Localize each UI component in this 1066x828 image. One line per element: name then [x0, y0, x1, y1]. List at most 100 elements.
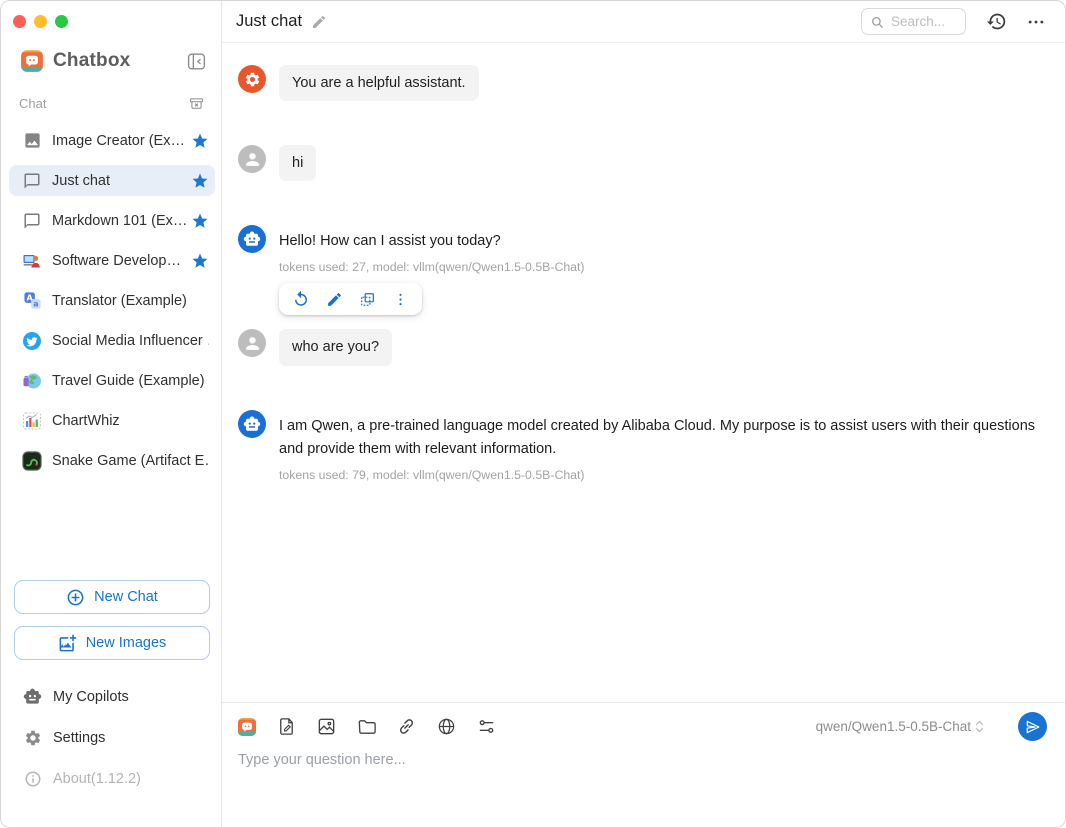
- sidebar-item-snake-game[interactable]: Snake Game (Artifact E…: [9, 445, 215, 476]
- new-chat-button[interactable]: New Chat: [14, 580, 210, 614]
- close-window-button[interactable]: [13, 15, 26, 28]
- sidebar-item-markdown-101[interactable]: Markdown 101 (Ex…: [9, 205, 215, 236]
- message-bubble: hi: [279, 145, 316, 181]
- image-plus-icon: [58, 634, 77, 653]
- sidebar: Chatbox Chat: [1, 1, 222, 827]
- sidebar-spacer: [1, 485, 221, 580]
- minimize-window-button[interactable]: [34, 15, 47, 28]
- more-options-icon[interactable]: [1025, 11, 1047, 33]
- collapse-sidebar-button[interactable]: [185, 50, 207, 72]
- sidebar-item-label: Software Develop…: [52, 253, 181, 269]
- sidebar-item-software-developer[interactable]: Software Develop…: [9, 245, 215, 276]
- star-icon[interactable]: [191, 132, 209, 150]
- chat-section-label: Chat: [19, 96, 46, 111]
- message-action-toolbar: [279, 283, 422, 315]
- sidebar-item-travel-guide[interactable]: Travel Guide (Example): [9, 365, 215, 396]
- sidebar-item-label: Travel Guide (Example): [52, 373, 205, 389]
- sidebar-item-label: Social Media Influencer …: [52, 333, 209, 349]
- app-title: Chatbox: [53, 50, 130, 72]
- image-icon: [22, 131, 42, 151]
- sidebar-item-chartwhiz[interactable]: ChartWhiz: [9, 405, 215, 436]
- send-icon: [1025, 719, 1041, 735]
- user-avatar[interactable]: [238, 329, 266, 357]
- zoom-window-button[interactable]: [55, 15, 68, 28]
- sidebar-item-label: Translator (Example): [52, 293, 187, 309]
- developer-icon: [22, 251, 42, 271]
- new-images-button[interactable]: New Images: [14, 626, 210, 660]
- message-bubble: who are you?: [279, 329, 392, 365]
- svg-text:a: a: [33, 300, 38, 309]
- regenerate-icon[interactable]: [292, 290, 310, 308]
- clear-chats-icon[interactable]: [187, 94, 205, 112]
- sidebar-item-label: Just chat: [52, 173, 110, 189]
- edit-title-icon[interactable]: [311, 14, 327, 30]
- my-copilots-label: My Copilots: [53, 689, 129, 705]
- composer-toolbar: qwen/Qwen1.5-0.5B-Chat: [222, 703, 1065, 741]
- model-label: qwen/Qwen1.5-0.5B-Chat: [816, 719, 971, 734]
- more-actions-icon[interactable]: [391, 290, 409, 308]
- composer: qwen/Qwen1.5-0.5B-Chat: [222, 702, 1065, 827]
- copy-icon[interactable]: [358, 290, 376, 308]
- chart-icon: [22, 411, 42, 431]
- send-button[interactable]: [1018, 712, 1047, 741]
- history-icon[interactable]: [985, 11, 1007, 33]
- attach-image-icon[interactable]: [316, 716, 337, 737]
- sidebar-item-translator[interactable]: A a Translator (Example): [9, 285, 215, 316]
- search-box[interactable]: [861, 8, 966, 35]
- user-avatar[interactable]: [238, 145, 266, 173]
- system-gear-avatar[interactable]: [238, 65, 266, 93]
- message-bubble: You are a helpful assistant.: [279, 65, 479, 101]
- plus-circle-icon: [66, 588, 85, 607]
- traffic-lights: [1, 1, 221, 28]
- about-label: About(1.12.2): [53, 771, 141, 787]
- settings-label: Settings: [53, 730, 105, 746]
- app-window: Chatbox Chat: [0, 0, 1066, 828]
- sidebar-item-social-media-influencer[interactable]: Social Media Influencer …: [9, 325, 215, 356]
- conversation-header: Just chat: [222, 1, 1065, 43]
- robot-icon: [23, 687, 42, 706]
- star-icon[interactable]: [191, 252, 209, 270]
- my-copilots-item[interactable]: My Copilots: [1, 676, 221, 717]
- main-panel: Just chat: [222, 1, 1065, 827]
- chat-bubble-icon: [22, 171, 42, 191]
- new-chat-label: New Chat: [94, 589, 158, 605]
- new-images-label: New Images: [86, 635, 167, 651]
- star-icon[interactable]: [191, 212, 209, 230]
- model-selector[interactable]: qwen/Qwen1.5-0.5B-Chat: [816, 719, 985, 734]
- message-meta: tokens used: 79, model: vllm(qwen/Qwen1.…: [279, 468, 1035, 482]
- assistant-robot-avatar[interactable]: [238, 410, 266, 438]
- chat-scroll-area[interactable]: You are a helpful assistant. hi Hello! H…: [222, 43, 1065, 702]
- assistant-robot-avatar[interactable]: [238, 225, 266, 253]
- attach-link-icon[interactable]: [396, 716, 417, 737]
- sidebar-item-just-chat[interactable]: Just chat: [9, 165, 215, 196]
- message-meta: tokens used: 27, model: vllm(qwen/Qwen1.…: [279, 260, 585, 274]
- sidebar-item-label: Snake Game (Artifact E…: [52, 453, 209, 469]
- sidebar-item-image-creator[interactable]: Image Creator (Ex…: [9, 125, 215, 156]
- translator-icon: A a: [22, 291, 42, 311]
- message-input[interactable]: [222, 741, 1065, 827]
- conversation-title: Just chat: [236, 12, 302, 31]
- web-browsing-icon[interactable]: [436, 716, 457, 737]
- info-icon: [23, 769, 42, 788]
- settings-item[interactable]: Settings: [1, 717, 221, 758]
- attach-note-icon[interactable]: [276, 716, 297, 737]
- sidebar-footer: My Copilots Settings About(1.12.2): [1, 676, 221, 827]
- sidebar-item-label: ChartWhiz: [52, 413, 120, 429]
- edit-message-icon[interactable]: [325, 290, 343, 308]
- message-assistant: I am Qwen, a pre-trained language model …: [238, 410, 1035, 482]
- sidebar-item-label: Image Creator (Ex…: [52, 133, 185, 149]
- chatbox-model-icon[interactable]: [236, 716, 257, 737]
- sidebar-item-label: Markdown 101 (Ex…: [52, 213, 187, 229]
- message-text: Hello! How can I assist you today?: [279, 225, 585, 253]
- twitter-icon: [22, 331, 42, 351]
- message-user: hi: [238, 145, 1035, 181]
- chatbox-logo-icon: [20, 49, 44, 73]
- message-user: who are you?: [238, 329, 1035, 365]
- settings-sliders-icon[interactable]: [476, 716, 497, 737]
- about-item[interactable]: About(1.12.2): [1, 758, 221, 799]
- attach-folder-icon[interactable]: [356, 716, 377, 737]
- star-icon[interactable]: [191, 172, 209, 190]
- message-system: You are a helpful assistant.: [238, 65, 1035, 101]
- message-text: I am Qwen, a pre-trained language model …: [279, 410, 1035, 461]
- chat-list: Image Creator (Ex… Just chat Markdown: [1, 125, 221, 485]
